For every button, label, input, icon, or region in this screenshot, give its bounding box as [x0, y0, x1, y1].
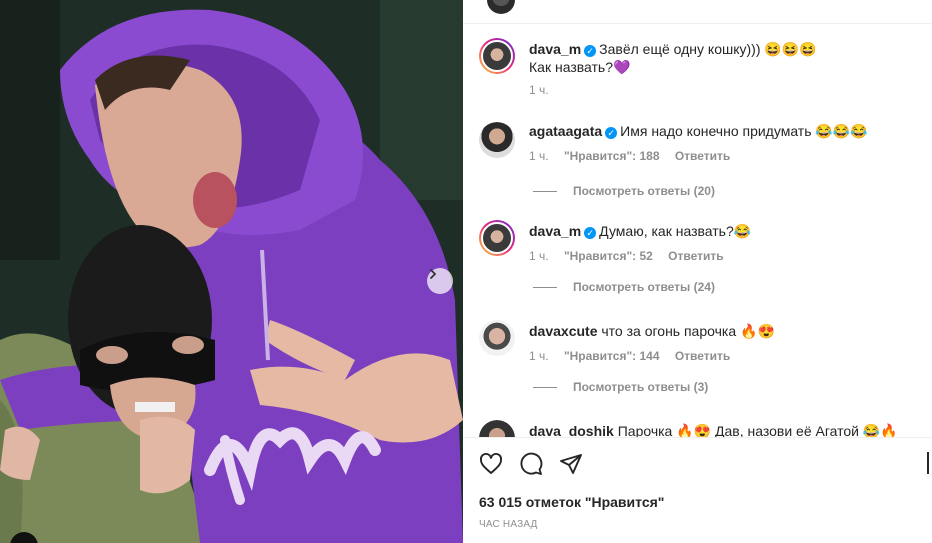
comment-likes[interactable]: "Нравится": 144 [564, 349, 660, 363]
avatar[interactable] [479, 38, 515, 74]
avatar[interactable] [479, 420, 515, 437]
comment-body: Парочка 🔥😍 Дав, назови её Агатой 😂🔥 [617, 423, 898, 437]
comment-username[interactable]: dava_doshik [529, 423, 614, 437]
bookmark-icon[interactable] [927, 452, 932, 474]
heart-icon[interactable] [479, 452, 503, 476]
avatar[interactable] [479, 320, 515, 356]
avatar[interactable] [479, 220, 515, 256]
reply-button[interactable]: Ответить [668, 249, 723, 263]
comment-meta: 1 ч. "Нравится": 144 Ответить [529, 349, 742, 363]
comment-body: что за огонь парочка 🔥😍 [601, 323, 775, 339]
comment-time[interactable]: 1 ч. [529, 249, 549, 263]
view-replies-button[interactable]: Посмотреть ответы (24) [533, 280, 715, 294]
comment-username[interactable]: dava_m [529, 223, 581, 239]
comment-icon[interactable] [519, 452, 543, 476]
comment-text: dava_m ✓ Думаю, как назвать?😂 [529, 222, 924, 240]
comments-list: dava_m ✓ Завёл ещё одну кошку))) 😆😆😆 Как н… [463, 24, 932, 437]
comment-meta: 1 ч. "Нравится": 52 Ответить [529, 249, 736, 263]
caption-time[interactable]: 1 ч. [529, 83, 549, 97]
comment-meta: 1 ч. "Нравится": 188 Ответить [529, 149, 742, 163]
post-time[interactable]: ЧАС НАЗАД [479, 519, 538, 530]
post-photo [0, 0, 463, 543]
comment-body: Имя надо конечно придумать 😂😂😂 [620, 123, 868, 139]
view-replies-button[interactable]: Посмотреть ответы (20) [533, 184, 715, 198]
view-replies-button[interactable]: Посмотреть ответы (3) [533, 380, 708, 394]
view-replies-label: Посмотреть ответы (24) [573, 280, 715, 294]
comment-text: dava_doshik Парочка 🔥😍 Дав, назови её Аг… [529, 422, 924, 437]
comment-text: davaxcute что за огонь парочка 🔥😍 [529, 322, 924, 340]
chevron-right-icon [430, 269, 437, 279]
caption-line-2: Как назвать?💜 [529, 59, 631, 75]
verified-icon: ✓ [584, 45, 597, 57]
comment-likes[interactable]: "Нравится": 188 [564, 149, 660, 163]
likes-count[interactable]: 63 015 отметок "Нравится" [479, 494, 664, 510]
comment-likes[interactable]: "Нравится": 52 [564, 249, 653, 263]
comment-time[interactable]: 1 ч. [529, 149, 549, 163]
post-side-panel: dava_m ✓ Завёл ещё одну кошку))) 😆😆😆 Как н… [463, 0, 932, 543]
verified-icon: ✓ [605, 127, 618, 139]
comment-text: agataagata ✓ Имя надо конечно придумать 😂😂… [529, 122, 924, 140]
comment-time[interactable]: 1 ч. [529, 349, 549, 363]
verified-icon: ✓ [584, 227, 597, 239]
photo-illustration [0, 0, 463, 543]
post-header [463, 0, 932, 24]
avatar[interactable] [479, 122, 515, 158]
reply-button[interactable]: Ответить [675, 149, 730, 163]
comment-body: Думаю, как назвать?😂 [599, 223, 752, 239]
view-replies-label: Посмотреть ответы (20) [573, 184, 715, 198]
caption-username[interactable]: dava_m [529, 41, 581, 57]
comment-username[interactable]: davaxcute [529, 323, 597, 339]
caption-line-1: Завёл ещё одну кошку))) 😆😆😆 [599, 41, 817, 57]
caption-text: dava_m ✓ Завёл ещё одну кошку))) 😆😆😆 Как н… [529, 40, 924, 76]
view-replies-label: Посмотреть ответы (3) [573, 380, 709, 394]
next-photo-button[interactable] [427, 268, 453, 294]
reply-button[interactable]: Ответить [675, 349, 730, 363]
avatar[interactable] [487, 0, 515, 14]
post-actions: 63 015 отметок "Нравится" ЧАС НАЗАД [463, 437, 932, 543]
comment-username[interactable]: agataagata [529, 123, 602, 139]
send-icon[interactable] [559, 452, 583, 476]
caption-meta: 1 ч. [529, 83, 561, 97]
